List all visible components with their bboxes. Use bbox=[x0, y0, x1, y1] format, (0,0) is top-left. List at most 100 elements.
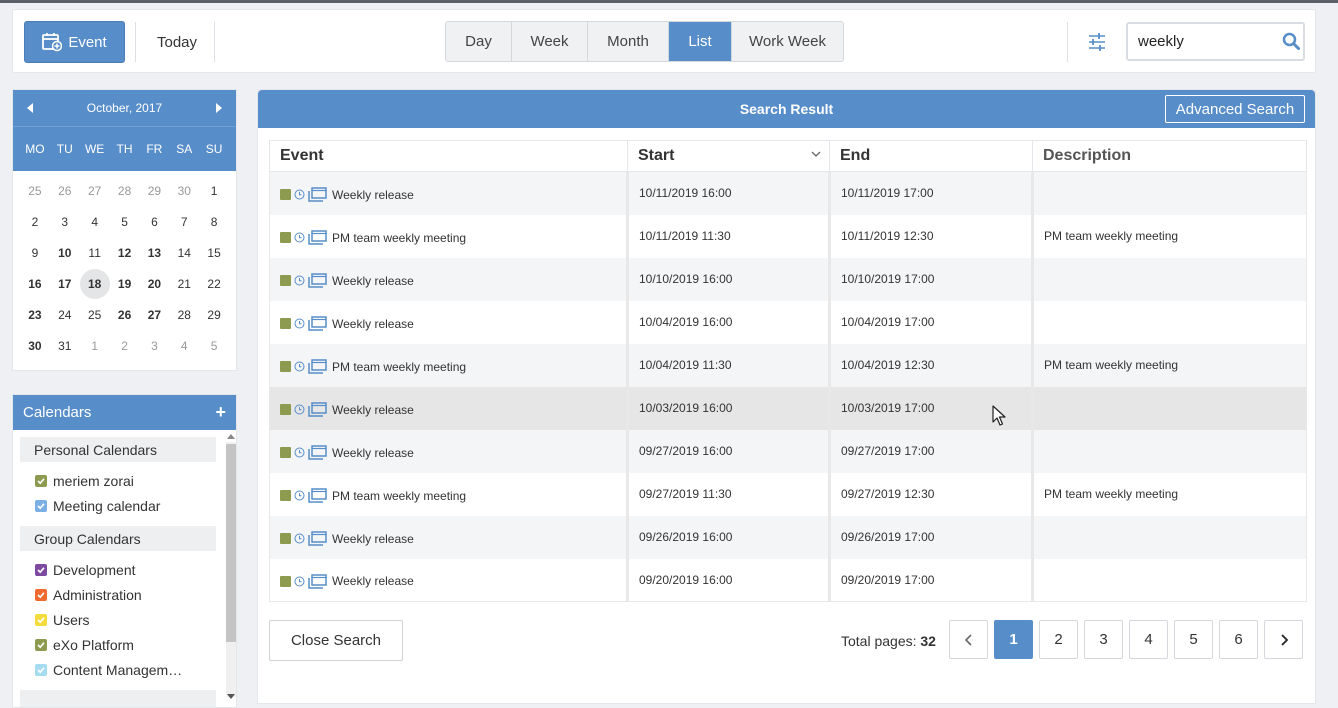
calendar-day[interactable]: 22 bbox=[199, 268, 229, 299]
page-button[interactable]: 6 bbox=[1219, 620, 1258, 659]
next-month-icon[interactable] bbox=[215, 103, 222, 113]
checkbox-checked-icon[interactable] bbox=[35, 588, 47, 601]
advanced-search-button[interactable]: Advanced Search bbox=[1165, 95, 1305, 123]
table-row[interactable]: Weekly release 10/11/2019 16:00 10/11/2019… bbox=[269, 171, 1307, 215]
checkbox-checked-icon[interactable] bbox=[35, 638, 47, 651]
calendar-day[interactable]: 25 bbox=[80, 299, 110, 330]
calendar-day[interactable]: 25 bbox=[20, 175, 50, 206]
page-button[interactable]: 2 bbox=[1039, 620, 1078, 659]
calendar-list-item[interactable]: eXo Platform bbox=[20, 632, 236, 657]
calendar-day[interactable]: 11 bbox=[80, 237, 110, 268]
calendar-day[interactable]: 3 bbox=[140, 330, 170, 361]
calendar-day[interactable]: 8 bbox=[199, 206, 229, 237]
table-row[interactable]: PM team weekly meeting 10/04/2019 11:30 10… bbox=[269, 343, 1307, 387]
calendar-day[interactable]: 4 bbox=[169, 330, 199, 361]
calendar-day[interactable]: 1 bbox=[80, 330, 110, 361]
calendar-day[interactable]: 14 bbox=[169, 237, 199, 268]
event-cell[interactable]: Weekly release bbox=[269, 171, 628, 215]
add-calendar-icon[interactable]: + bbox=[215, 402, 226, 423]
scroll-up-icon[interactable] bbox=[227, 434, 235, 439]
calendar-day[interactable]: 29 bbox=[199, 299, 229, 330]
calendar-day[interactable]: 9 bbox=[20, 237, 50, 268]
calendar-day[interactable]: 28 bbox=[169, 299, 199, 330]
checkbox-checked-icon[interactable] bbox=[35, 663, 47, 676]
checkbox-checked-icon[interactable] bbox=[35, 563, 47, 576]
table-row[interactable]: Weekly release 09/26/2019 16:00 09/26/2019… bbox=[269, 515, 1307, 559]
event-cell[interactable]: Weekly release bbox=[269, 515, 628, 559]
calendar-day[interactable]: 17 bbox=[50, 268, 80, 299]
event-cell[interactable]: Weekly release bbox=[269, 386, 628, 430]
calendar-day[interactable]: 20 bbox=[140, 268, 170, 299]
event-cell[interactable]: Weekly release bbox=[269, 558, 628, 602]
calendar-day[interactable]: 7 bbox=[169, 206, 199, 237]
calendar-day[interactable]: 29 bbox=[140, 175, 170, 206]
table-row[interactable]: Weekly release 10/03/2019 16:00 10/03/2019… bbox=[269, 386, 1307, 430]
calendar-day[interactable]: 13 bbox=[140, 237, 170, 268]
table-row[interactable]: Weekly release 10/10/2019 16:00 10/10/2019… bbox=[269, 257, 1307, 301]
add-event-button[interactable]: Event bbox=[24, 21, 125, 63]
calendar-day[interactable]: 27 bbox=[140, 299, 170, 330]
search-icon[interactable] bbox=[1282, 32, 1300, 50]
calendar-day-selected[interactable]: 18 bbox=[79, 268, 110, 299]
event-cell[interactable]: Weekly release bbox=[269, 429, 628, 473]
event-cell[interactable]: Weekly release bbox=[269, 300, 628, 344]
view-week-button[interactable]: Week bbox=[512, 22, 588, 61]
previous-page-button[interactable] bbox=[949, 620, 988, 659]
calendar-day[interactable]: 3 bbox=[50, 206, 80, 237]
calendar-day[interactable]: 26 bbox=[110, 299, 140, 330]
page-button[interactable]: 3 bbox=[1084, 620, 1123, 659]
page-button[interactable]: 4 bbox=[1129, 620, 1168, 659]
calendar-day[interactable]: 21 bbox=[169, 268, 199, 299]
table-row[interactable]: PM team weekly meeting 09/27/2019 11:30 09… bbox=[269, 472, 1307, 516]
calendar-day[interactable]: 5 bbox=[110, 206, 140, 237]
calendar-day[interactable]: 19 bbox=[110, 268, 140, 299]
table-row[interactable]: Weekly release 09/20/2019 16:00 09/20/2019… bbox=[269, 558, 1307, 602]
page-button[interactable]: 1 bbox=[994, 620, 1033, 659]
calendar-day[interactable]: 2 bbox=[20, 206, 50, 237]
view-workweek-button[interactable]: Work Week bbox=[732, 22, 843, 61]
column-start[interactable]: Start bbox=[627, 140, 830, 172]
previous-month-icon[interactable] bbox=[27, 103, 33, 113]
table-row[interactable]: Weekly release 09/27/2019 16:00 09/27/2019… bbox=[269, 429, 1307, 473]
event-cell[interactable]: PM team weekly meeting bbox=[269, 472, 628, 516]
calendar-day[interactable]: 5 bbox=[199, 330, 229, 361]
calendar-day[interactable]: 2 bbox=[110, 330, 140, 361]
calendar-day[interactable]: 28 bbox=[110, 175, 140, 206]
calendar-list-item[interactable]: meriem zorai bbox=[20, 468, 236, 493]
event-cell[interactable]: PM team weekly meeting bbox=[269, 343, 628, 387]
calendar-day[interactable]: 15 bbox=[199, 237, 229, 268]
close-search-button[interactable]: Close Search bbox=[269, 620, 403, 661]
view-list-button[interactable]: List bbox=[669, 22, 732, 61]
calendar-list-item[interactable]: Administration bbox=[20, 582, 236, 607]
settings-sliders-icon[interactable] bbox=[1087, 31, 1107, 53]
scroll-down-icon[interactable] bbox=[227, 694, 235, 699]
event-cell[interactable]: PM team weekly meeting bbox=[269, 214, 628, 258]
calendar-day[interactable]: 26 bbox=[50, 175, 80, 206]
calendar-day[interactable]: 30 bbox=[20, 330, 50, 361]
calendars-scrollbar[interactable] bbox=[224, 433, 236, 707]
column-description[interactable]: Description bbox=[1032, 140, 1307, 172]
checkbox-checked-icon[interactable] bbox=[35, 613, 47, 626]
sort-chevron-down-icon[interactable] bbox=[811, 149, 821, 159]
calendar-day[interactable]: 1 bbox=[199, 175, 229, 206]
next-page-button[interactable] bbox=[1264, 620, 1303, 659]
event-cell[interactable]: Weekly release bbox=[269, 257, 628, 301]
view-month-button[interactable]: Month bbox=[588, 22, 669, 61]
calendar-day[interactable]: 23 bbox=[20, 299, 50, 330]
calendar-list-item[interactable]: Content Managem… bbox=[20, 657, 236, 682]
view-day-button[interactable]: Day bbox=[446, 22, 512, 61]
calendar-list-item[interactable]: Meeting calendar bbox=[20, 493, 236, 518]
calendar-day[interactable]: 30 bbox=[169, 175, 199, 206]
calendar-day[interactable]: 24 bbox=[50, 299, 80, 330]
calendar-day[interactable]: 4 bbox=[80, 206, 110, 237]
column-end[interactable]: End bbox=[829, 140, 1033, 172]
calendar-day[interactable]: 31 bbox=[50, 330, 80, 361]
calendar-day[interactable]: 16 bbox=[20, 268, 50, 299]
table-row[interactable]: PM team weekly meeting 10/11/2019 11:30 10… bbox=[269, 214, 1307, 258]
calendar-day[interactable]: 12 bbox=[110, 237, 140, 268]
event-search-input[interactable] bbox=[1128, 24, 1278, 59]
calendar-day[interactable]: 27 bbox=[80, 175, 110, 206]
calendar-list-item[interactable]: Development bbox=[20, 557, 236, 582]
calendar-day[interactable]: 6 bbox=[140, 206, 170, 237]
calendar-list-item[interactable]: Users bbox=[20, 607, 236, 632]
